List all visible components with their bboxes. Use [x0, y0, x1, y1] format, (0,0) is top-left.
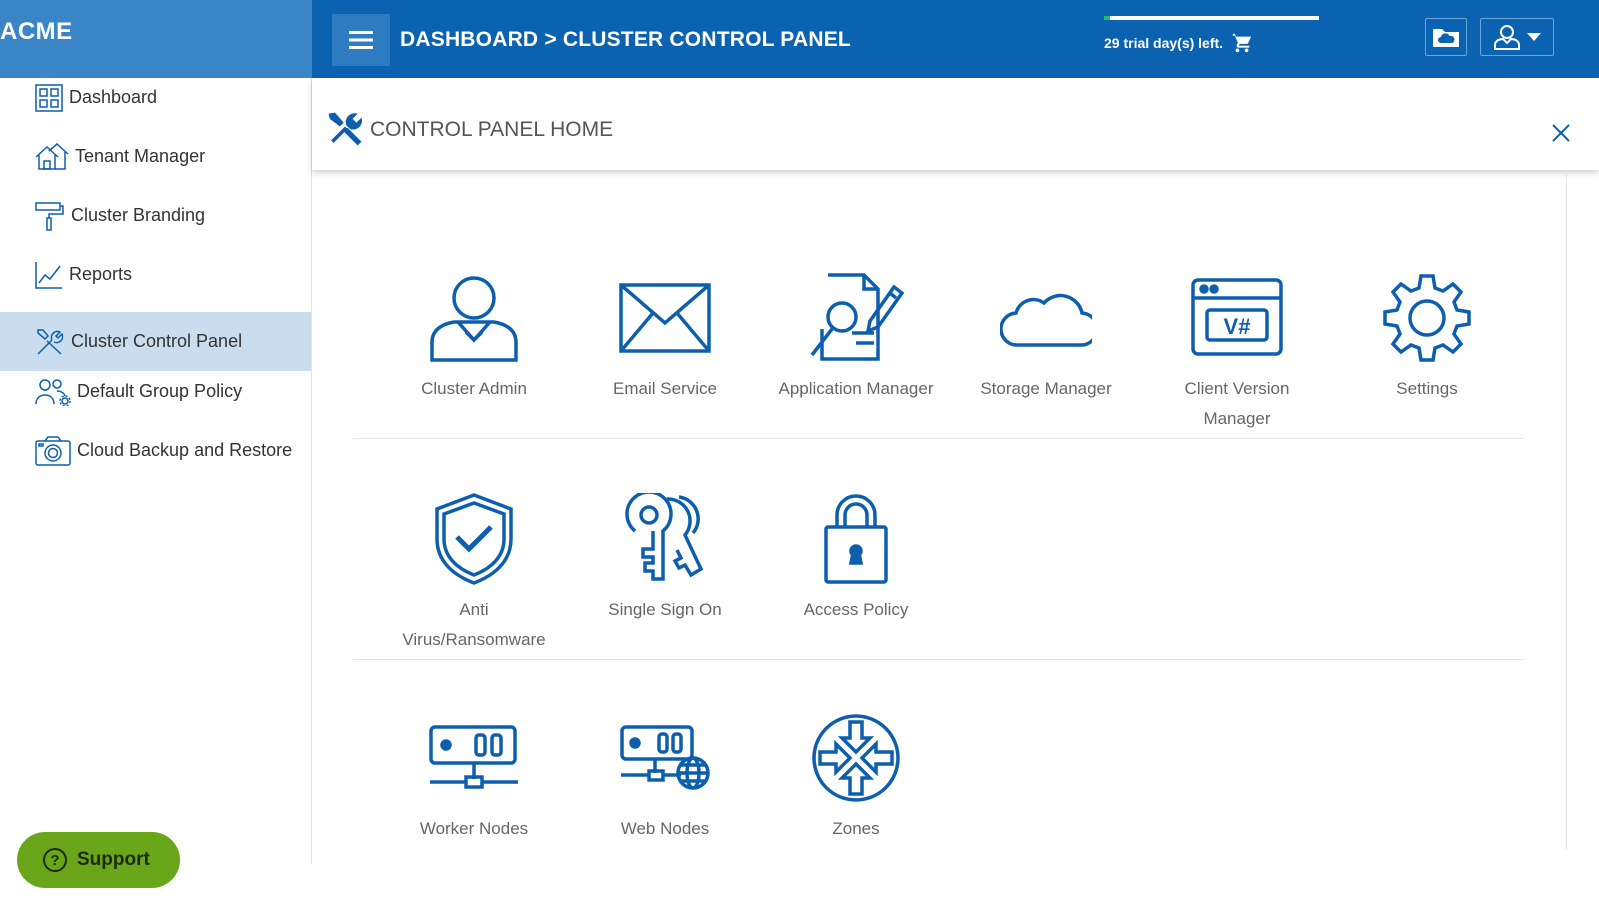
tile-web-nodes[interactable]: Web Nodes [580, 708, 750, 844]
tile-label: Cluster Admin [421, 379, 527, 398]
sidebar: Dashboard Tenant Manager Cluster Brandin… [0, 78, 312, 864]
trial-progress-bar [1104, 16, 1319, 20]
menu-toggle-button[interactable] [332, 14, 390, 66]
tile-email-service[interactable]: Email Service [580, 268, 750, 404]
tile-label: Settings [1396, 379, 1458, 398]
keys-icon [625, 493, 704, 581]
sidebar-item-label: Tenant Manager [75, 146, 206, 166]
tile-label: Zones [832, 819, 880, 838]
scrollbar-track[interactable] [1566, 170, 1567, 850]
server-node-icon [429, 725, 518, 789]
tile-settings[interactable]: Settings [1342, 268, 1512, 404]
sidebar-item-label: Cluster Branding [71, 205, 206, 225]
cloud-icon [1000, 293, 1092, 347]
sidebar-item-label: Default Group Policy [77, 381, 243, 401]
sidebar-item-reports[interactable]: Reports [0, 245, 311, 304]
tile-application-manager[interactable]: Application Manager [771, 268, 941, 404]
sidebar-item-label: Cluster Control Panel [71, 331, 243, 351]
cart-icon[interactable] [1231, 32, 1253, 54]
admin-user-icon [430, 276, 518, 362]
tile-zones[interactable]: Zones [771, 708, 941, 844]
tile-label: Single Sign On [608, 600, 722, 619]
tile-client-version-manager[interactable]: V# Client Version Manager [1152, 268, 1322, 434]
support-button[interactable]: ? Support [17, 832, 180, 888]
close-icon[interactable] [1550, 122, 1572, 144]
sidebar-item-cluster-branding[interactable]: Cluster Branding [0, 186, 311, 245]
sidebar-item-cloud-backup-and-restore[interactable]: Cloud Backup and Restore [0, 421, 311, 480]
panel-title: CONTROL PANEL HOME [370, 118, 614, 141]
tools-icon [37, 328, 64, 355]
sidebar-item-dashboard[interactable]: Dashboard [0, 68, 311, 127]
top-bar: ACME DASHBOARD > CLUSTER CONTROL PANEL 2… [0, 0, 1599, 78]
tenant-houses-icon [35, 142, 69, 170]
tile-worker-nodes[interactable]: Worker Nodes [389, 708, 559, 844]
row-divider [353, 438, 1523, 439]
support-label: Support [77, 849, 150, 870]
group-gear-icon [35, 378, 71, 406]
envelope-icon [619, 283, 711, 353]
sidebar-item-default-group-policy[interactable]: Default Group Policy [0, 362, 311, 421]
svg-text:V#: V# [1224, 314, 1251, 339]
sidebar-item-label: Reports [69, 264, 133, 284]
sidebar-item-label: Cloud Backup and Restore [77, 440, 293, 460]
tile-label: Application Manager [778, 379, 934, 398]
line-chart-icon [35, 261, 62, 289]
application-search-icon [810, 273, 904, 361]
gear-icon [1383, 274, 1471, 362]
tile-label: Anti Virus/Ransomware [402, 600, 546, 649]
padlock-icon [824, 494, 888, 584]
chevron-down-icon [1527, 33, 1541, 41]
router-arrows-icon [812, 714, 900, 802]
brand-logo-text: ACME [0, 18, 73, 45]
tile-label: Worker Nodes [419, 819, 529, 838]
tools-icon [328, 112, 363, 146]
server-globe-icon [620, 725, 710, 790]
user-icon [1494, 25, 1520, 50]
user-menu-button[interactable] [1480, 18, 1554, 56]
brand-area: ACME [0, 0, 312, 78]
tile-label: Access Policy [803, 600, 909, 619]
hamburger-icon [349, 31, 373, 49]
sidebar-item-label: Dashboard [69, 87, 158, 107]
dashboard-grid-icon [35, 83, 63, 112]
help-icon: ? [43, 848, 67, 872]
shield-check-icon [435, 493, 513, 585]
tile-cluster-admin[interactable]: Cluster Admin [389, 268, 559, 404]
panel-header: CONTROL PANEL HOME [312, 78, 1599, 170]
paint-roller-icon [35, 201, 64, 231]
tile-single-sign-on[interactable]: Single Sign On [580, 489, 750, 625]
tile-anti-virus-ransomware[interactable]: Anti Virus/Ransomware [389, 489, 559, 655]
camera-icon [35, 435, 71, 466]
cloud-folder-icon [1433, 29, 1459, 47]
trial-progress-fill [1104, 16, 1111, 20]
tile-label: Web Nodes [620, 819, 710, 838]
tile-access-policy[interactable]: Access Policy [771, 489, 941, 625]
trial-days-text[interactable]: 29 trial day(s) left. [1104, 35, 1223, 51]
browser-code-icon: V# [1191, 278, 1283, 356]
row-divider [353, 659, 1523, 660]
sidebar-item-tenant-manager[interactable]: Tenant Manager [0, 127, 311, 186]
tile-storage-manager[interactable]: Storage Manager [961, 268, 1131, 404]
tile-label: Email Service [613, 379, 717, 398]
tile-label: Client Version Manager [1184, 379, 1290, 428]
cloud-folder-button[interactable] [1425, 18, 1467, 56]
tile-label: Storage Manager [980, 379, 1112, 398]
breadcrumb: DASHBOARD > CLUSTER CONTROL PANEL [400, 28, 851, 51]
